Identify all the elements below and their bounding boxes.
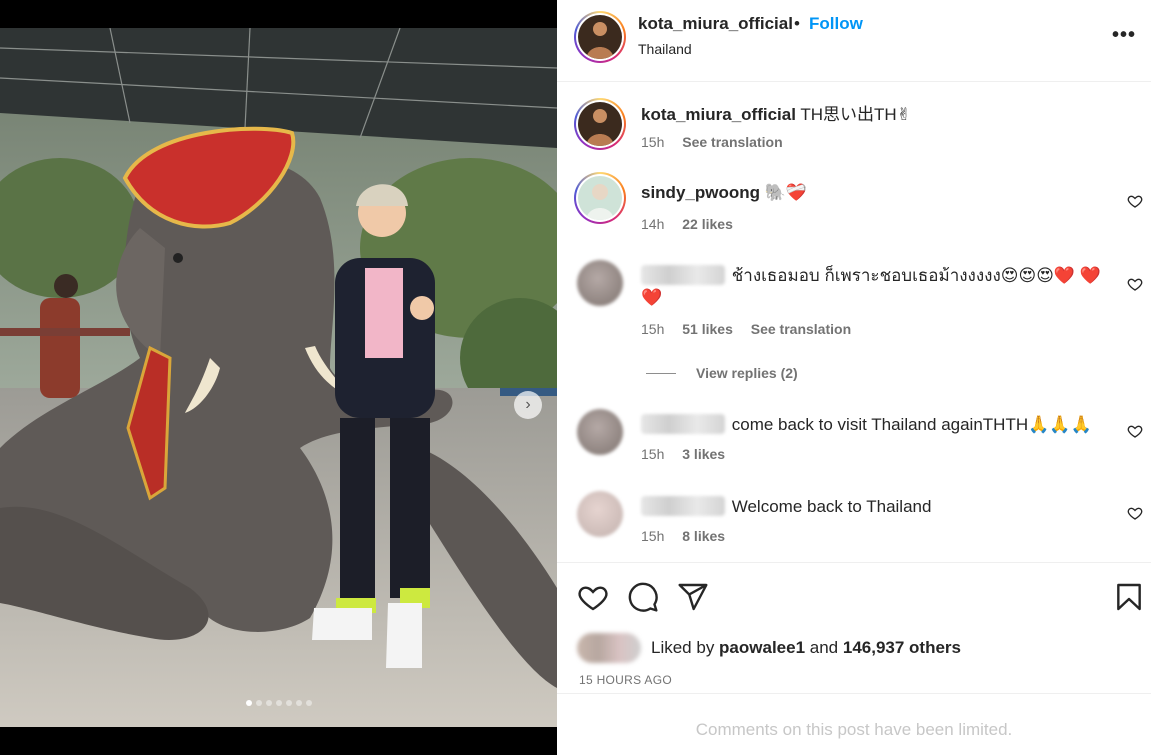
author-avatar-image (578, 15, 622, 59)
comment-text: ช้างเธอมอบ ก็เพราะชอบเธอม้างงงงง😍😍😍❤️ ❤️… (641, 265, 1101, 309)
commenter-avatar[interactable] (574, 172, 626, 224)
likes-summary[interactable]: Liked by paowalee1 and 146,937 others (577, 633, 961, 663)
comment-body: 🐘❤️‍🩹 (764, 183, 808, 202)
comment-body: Welcome back to Thailand (731, 497, 932, 516)
caption-text: kota_miura_official TH思い出TH✌ (641, 104, 1101, 126)
save-bookmark-icon[interactable] (1113, 581, 1145, 613)
comment-time[interactable]: 15h (641, 321, 664, 337)
likes-count[interactable]: 146,937 others (843, 638, 961, 657)
post-header: kota_miura_official • Follow Thailand ••… (557, 0, 1151, 82)
like-comment-heart-icon[interactable] (1127, 276, 1143, 292)
comment-username-redacted[interactable] (641, 265, 725, 285)
commenter-avatar[interactable] (577, 260, 623, 306)
like-comment-heart-icon[interactable] (1127, 505, 1143, 521)
follow-button[interactable]: Follow (809, 14, 863, 34)
likes-text: Liked by paowalee1 and 146,937 others (651, 638, 961, 658)
see-translation-button[interactable]: See translation (682, 134, 782, 150)
comments-limited-notice: Comments on this post have been limited. (557, 693, 1151, 755)
comment-username-redacted[interactable] (641, 496, 725, 516)
post-timestamp[interactable]: 15 HOURS AGO (579, 673, 672, 687)
elephant-photo-graphic (0, 28, 557, 727)
comment-meta: 15h 51 likes See translation (641, 321, 865, 337)
comment-text: come back to visit Thailand againTHTH🙏🙏🙏 (641, 414, 1101, 436)
caption-time[interactable]: 15h (641, 134, 664, 150)
comment-bubble-icon[interactable] (627, 581, 659, 613)
comment-likes[interactable]: 51 likes (682, 321, 733, 337)
comment-likes[interactable]: 3 likes (682, 446, 725, 462)
comment-likes[interactable]: 8 likes (682, 528, 725, 544)
carousel-indicator (0, 700, 557, 706)
author-avatar[interactable] (574, 11, 626, 63)
post-actions: Liked by paowalee1 and 146,937 others 15… (557, 562, 1151, 693)
replies-divider (646, 372, 676, 374)
author-username[interactable]: kota_miura_official (638, 14, 793, 34)
comment-time[interactable]: 14h (641, 216, 664, 232)
view-replies-button[interactable]: View replies (2) (646, 365, 798, 381)
carousel-dot (285, 700, 292, 706)
like-comment-heart-icon[interactable] (1127, 193, 1143, 209)
carousel-dot (255, 700, 262, 706)
chevron-right-icon: › (525, 396, 531, 413)
post-location[interactable]: Thailand (638, 41, 692, 57)
caption-meta: 15h See translation (641, 134, 797, 150)
like-heart-icon[interactable] (577, 581, 609, 613)
caption-body: TH思い出TH✌ (800, 105, 911, 124)
comment-time[interactable]: 15h (641, 446, 664, 462)
post-media: › (0, 0, 557, 755)
comment-text: Welcome back to Thailand (641, 496, 1101, 518)
comment-likes[interactable]: 22 likes (682, 216, 733, 232)
commenter-avatar[interactable] (577, 409, 623, 455)
carousel-next-button[interactable]: › (514, 391, 542, 419)
header-separator: • (794, 14, 800, 33)
see-translation-button[interactable]: See translation (751, 321, 851, 337)
comment-username[interactable]: sindy_pwoong (641, 183, 760, 202)
comment-text: sindy_pwoong 🐘❤️‍🩹 (641, 182, 1101, 204)
carousel-dot (295, 700, 302, 706)
view-replies-label: View replies (2) (696, 365, 798, 381)
like-comment-heart-icon[interactable] (1127, 423, 1143, 439)
comments-list: kota_miura_official TH思い出TH✌ 15h See tra… (557, 82, 1151, 562)
post-photo[interactable]: › (0, 28, 557, 727)
comment-meta: 14h 22 likes (641, 216, 747, 232)
comment-meta: 15h 8 likes (641, 528, 739, 544)
likes-middle: and (805, 638, 843, 657)
comment-username-redacted[interactable] (641, 414, 725, 434)
caption-avatar-image (578, 102, 622, 146)
more-options-icon[interactable]: ••• (1112, 24, 1136, 47)
likes-prefix: Liked by (651, 638, 720, 657)
commenter-avatar[interactable] (577, 491, 623, 537)
caption-avatar[interactable] (574, 98, 626, 150)
post-sidebar: kota_miura_official • Follow Thailand ••… (557, 0, 1151, 755)
share-send-icon[interactable] (677, 581, 709, 613)
comment-meta: 15h 3 likes (641, 446, 739, 462)
comment-time[interactable]: 15h (641, 528, 664, 544)
comment-body: come back to visit Thailand againTHTH🙏🙏🙏 (731, 415, 1092, 434)
carousel-dot (305, 700, 312, 706)
liker-avatars (577, 633, 641, 663)
carousel-dot (275, 700, 282, 706)
caption-username[interactable]: kota_miura_official (641, 105, 796, 124)
carousel-dot (245, 700, 252, 706)
carousel-dot (265, 700, 272, 706)
liker-username[interactable]: paowalee1 (719, 638, 805, 657)
commenter-avatar-image (578, 176, 622, 220)
